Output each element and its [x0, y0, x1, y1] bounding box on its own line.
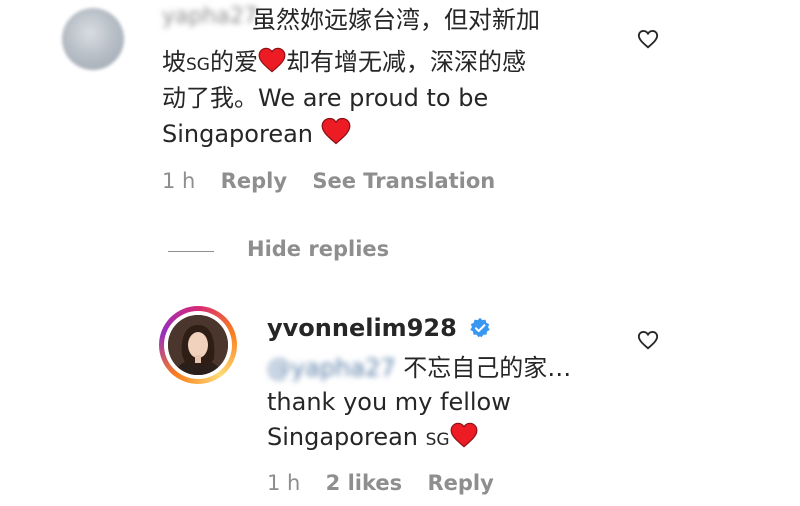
- reply-button[interactable]: Reply: [221, 169, 287, 193]
- commenter-avatar[interactable]: [62, 8, 124, 70]
- comment-text-line2: 坡SG的爱 却有增无减，深深的感: [162, 44, 526, 83]
- like-heart-icon[interactable]: [637, 28, 659, 50]
- avatar-photo-image: [168, 315, 228, 375]
- heart-emoji-icon: [450, 422, 478, 448]
- heart-emoji-icon: [321, 117, 351, 145]
- see-translation-button[interactable]: See Translation: [312, 169, 495, 193]
- divider-line: [168, 251, 214, 252]
- reply-text-line3: Singaporean SG: [267, 419, 478, 458]
- reply-text-line2: thank you my fellow: [267, 388, 511, 416]
- comment-text-fragment: 坡: [162, 48, 186, 76]
- replier-username[interactable]: yvonnelim928: [267, 314, 457, 342]
- comment-time: 1 h: [162, 169, 196, 193]
- reply-text-fragment: 不忘自己的家…: [403, 354, 572, 382]
- reply-text-line1: @yapha27 不忘自己的家…: [267, 350, 571, 386]
- heart-emoji-icon: [258, 47, 286, 73]
- comment-text-line4: Singaporean: [162, 116, 351, 152]
- likes-count-button[interactable]: 2 likes: [326, 471, 402, 495]
- comment-text-fragment: 的爱: [209, 48, 258, 76]
- sg-text: SG: [425, 430, 450, 450]
- hide-replies-button[interactable]: Hide replies: [247, 237, 389, 261]
- comment-meta: 1 h Reply See Translation: [162, 169, 495, 193]
- comment-text-line1: 虽然妳远嫁台湾，但对新加: [252, 6, 540, 34]
- reply-time: 1 h: [267, 471, 301, 495]
- like-heart-icon[interactable]: [637, 329, 659, 351]
- comment-text-fragment: 却有增无减，深深的感: [285, 48, 526, 76]
- verified-badge-icon: [470, 317, 490, 338]
- reply-meta: 1 h 2 likes Reply: [267, 471, 494, 495]
- reply-button[interactable]: Reply: [427, 471, 493, 495]
- commenter-username[interactable]: yapha27: [162, 4, 258, 29]
- comment-text-line3: 动了我。We are proud to be: [162, 84, 489, 112]
- replier-avatar[interactable]: [168, 315, 228, 375]
- reply-text-fragment: Singaporean: [267, 423, 418, 451]
- mention-link[interactable]: @yapha27: [267, 354, 396, 382]
- comment-text-fragment: Singaporean: [162, 120, 313, 148]
- replier-username-row: yvonnelim928: [267, 314, 491, 342]
- sg-text: SG: [186, 55, 210, 75]
